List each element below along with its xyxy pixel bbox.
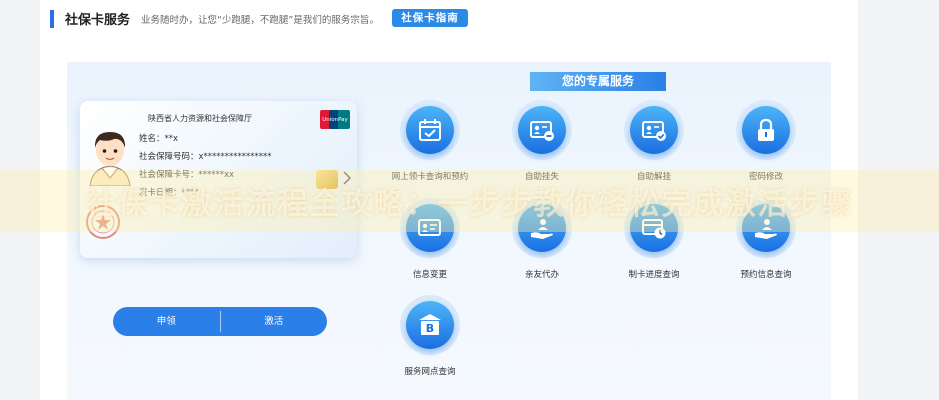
service-icon-bg	[630, 106, 678, 154]
section-title-bar	[50, 10, 54, 28]
id-card-check-icon	[642, 121, 666, 141]
svg-text:B: B	[426, 322, 434, 335]
service-icon-ring	[512, 100, 572, 160]
services-title: 您的专属服务	[530, 72, 666, 91]
service-label: 预约信息查询	[740, 270, 792, 280]
card-name-value: **x	[164, 134, 179, 144]
apply-button[interactable]: 申领	[113, 307, 220, 336]
service-label: 制卡进度查询	[628, 270, 680, 280]
card-issuer: 陕西省人力资源和社会保障厅	[148, 114, 252, 123]
card-guide-button[interactable]: 社保卡指南	[392, 9, 468, 27]
calendar-check-icon	[419, 119, 441, 141]
service-label: 信息变更	[412, 270, 447, 280]
card-ss-number-row: 社会保障号码：x****************	[139, 152, 272, 162]
watermark-banner: 社保卡激活流程全攻略：一步步教你轻松完成激活步骤	[0, 170, 939, 232]
service-label: 服务网点查询	[404, 367, 456, 377]
service-icon-bg	[406, 106, 454, 154]
bank-icon: B	[419, 314, 441, 335]
svg-text:UnionPay: UnionPay	[322, 117, 348, 123]
lock-icon	[758, 118, 774, 141]
service-icon-ring	[400, 100, 460, 160]
service-icon-bg: B	[406, 301, 454, 349]
service-icon-ring: B	[400, 295, 460, 355]
watermark-text: 社保卡激活流程全攻略：一步步教你轻松完成激活步骤	[85, 187, 854, 222]
service-icon-ring	[624, 100, 684, 160]
unionpay-logo-icon: UnionPay	[320, 110, 350, 129]
service-label: 亲友代办	[524, 270, 559, 280]
card-name-row: 姓名：**x	[139, 134, 179, 144]
service-icon-bg	[518, 106, 566, 154]
id-card-minus-icon	[530, 121, 554, 141]
service-card-outlet-query[interactable]: B 服务网点查询	[375, 295, 485, 377]
service-icon-bg	[742, 106, 790, 154]
section-title: 社保卡服务	[65, 13, 131, 28]
card-ss-number-value: x****************	[198, 152, 272, 162]
section-subtitle: 业务随时办，让您“少跑腿，不跑腿”是我们的服务宗旨。	[141, 15, 379, 26]
service-icon-ring	[736, 100, 796, 160]
activate-button[interactable]: 激活	[221, 307, 328, 336]
card-action-buttons: 申领 激活	[113, 307, 327, 336]
